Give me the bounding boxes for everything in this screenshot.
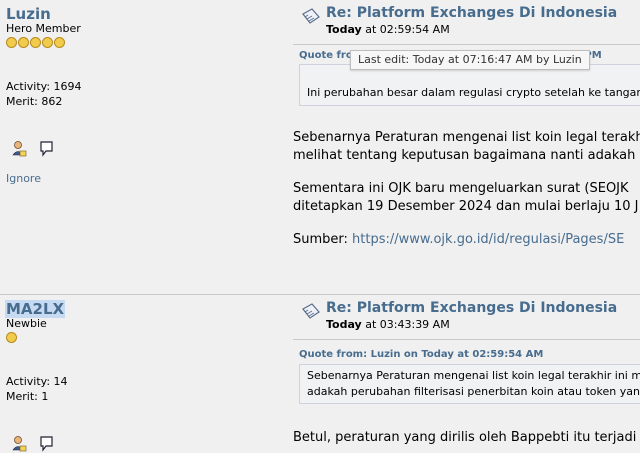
quote-box: Sebenarnya Peraturan mengenai list koin … <box>299 364 640 404</box>
member-rank: Hero Member <box>6 22 81 35</box>
rank-stars <box>6 332 18 344</box>
quote-line: adakah perubahan filterisasi penerbitan … <box>307 385 640 398</box>
quote-box: Ini perubahan besar dalam regulasi crypt… <box>299 64 640 106</box>
body-line: Sebenarnya Peraturan mengenai list koin … <box>293 130 640 145</box>
merit-count: Merit: 862 <box>6 95 63 108</box>
message-icon[interactable] <box>40 436 53 452</box>
post-content: Re: Platform Exchanges Di Indonesia Toda… <box>293 0 640 294</box>
post-luzin: Luzin Hero Member Activity: 1694 Merit: … <box>0 0 640 294</box>
username-link[interactable]: Luzin <box>6 5 51 23</box>
profile-icon[interactable] <box>12 436 27 452</box>
date-day: Today <box>326 318 362 331</box>
body-line: Betul, peraturan yang dirilis oleh Bappe… <box>293 430 637 445</box>
topic-icon <box>302 8 320 24</box>
post-subject-link[interactable]: Re: Platform Exchanges Di Indonesia <box>326 5 617 21</box>
source-label: Sumber: <box>293 232 353 247</box>
star-icon <box>6 37 17 48</box>
source-line: Sumber: https://www.ojk.go.id/id/regulas… <box>293 232 624 247</box>
quote-text: Ini perubahan besar dalam regulasi crypt… <box>307 86 640 99</box>
ignore-link[interactable]: Ignore <box>6 172 41 185</box>
last-edit-tooltip: Last edit: Today at 07:16:47 AM by Luzin <box>350 50 590 70</box>
poster-actions <box>12 141 53 157</box>
quote-header[interactable]: Quote from: Luzin on Today at 02:59:54 A… <box>299 349 543 360</box>
merit-count: Merit: 1 <box>6 390 49 403</box>
content-divider <box>293 339 640 340</box>
date-day: Today <box>326 23 362 36</box>
content-divider <box>293 44 640 45</box>
topic-icon <box>302 303 320 319</box>
post-subject-link[interactable]: Re: Platform Exchanges Di Indonesia <box>326 300 617 316</box>
star-icon <box>6 332 17 343</box>
profile-icon[interactable] <box>12 141 27 157</box>
rank-stars <box>6 37 66 49</box>
source-link[interactable]: https://www.ojk.go.id/id/regulasi/Pages/… <box>352 232 624 247</box>
body-line: ditetapkan 19 Desember 2024 dan mulai be… <box>293 199 639 214</box>
star-icon <box>18 37 29 48</box>
body-line: Sementara ini OJK baru mengeluarkan sura… <box>293 181 629 196</box>
body-line: melihat tentang keputusan bagaimana nant… <box>293 148 636 163</box>
username-link[interactable]: MA2LX <box>5 300 66 318</box>
member-rank: Newbie <box>6 317 47 330</box>
message-icon[interactable] <box>40 141 53 157</box>
date-time: at 02:59:54 AM <box>361 23 450 36</box>
post-date: Today at 03:43:39 AM <box>326 318 450 331</box>
star-icon <box>42 37 53 48</box>
quote-line: Sebenarnya Peraturan mengenai list koin … <box>307 369 640 382</box>
activity-count: Activity: 14 <box>6 375 68 388</box>
date-time: at 03:43:39 AM <box>361 318 450 331</box>
activity-count: Activity: 1694 <box>6 80 82 93</box>
star-icon <box>30 37 41 48</box>
poster-actions <box>12 436 53 452</box>
star-icon <box>54 37 65 48</box>
post-content: Re: Platform Exchanges Di Indonesia Toda… <box>293 295 640 450</box>
post-ma2lx: MA2LX Newbie Activity: 14 Merit: 1 Re: P… <box>0 295 640 452</box>
post-date: Today at 02:59:54 AM <box>326 23 450 36</box>
